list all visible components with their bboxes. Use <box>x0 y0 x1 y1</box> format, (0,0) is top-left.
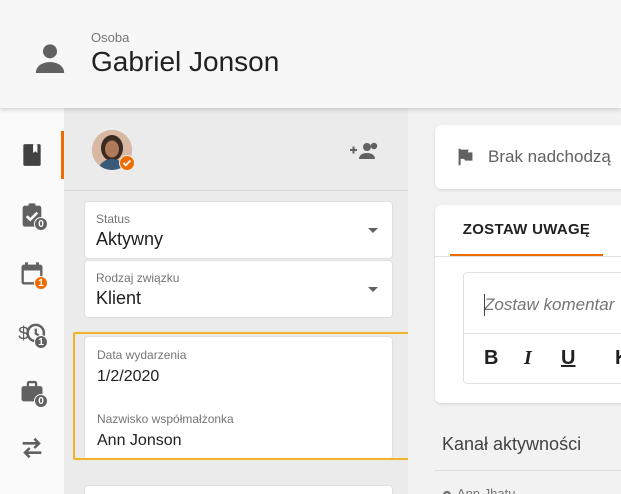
person-icon <box>35 44 65 73</box>
relationship-label: Rodzaj związku <box>96 271 180 285</box>
dropdown-arrow-icon <box>368 287 378 292</box>
add-person-icon <box>350 142 378 159</box>
payments-count-badge: 1 <box>34 335 48 349</box>
status-label: Status <box>96 212 131 226</box>
calendar-count-badge: 1 <box>34 276 48 290</box>
highlight-frame <box>73 332 426 460</box>
verified-check-icon <box>119 155 135 171</box>
add-person-button[interactable] <box>350 140 380 167</box>
upcoming-activity-card[interactable]: Brak nadchodzą <box>435 125 621 189</box>
cases-count-badge: 0 <box>34 394 48 408</box>
next-field-box[interactable] <box>84 485 393 494</box>
tab-divider <box>435 256 621 257</box>
sidebar-item-cases[interactable]: 0 <box>12 372 52 412</box>
transfer-arrows-icon <box>22 437 42 459</box>
comment-placeholder: Zostaw komentar <box>484 295 615 314</box>
flag-icon <box>458 148 473 166</box>
upcoming-activity-text: Brak nadchodzą <box>488 147 611 166</box>
tab-leave-note[interactable]: ZOSTAW UWAGĘ <box>450 205 603 256</box>
gear-icon <box>442 490 452 494</box>
sidebar-item-transfers[interactable] <box>12 428 52 468</box>
italic-button[interactable]: I <box>524 347 532 370</box>
activity-feed-title: Kanał aktywności <box>442 434 582 454</box>
record-type-label: Osoba <box>91 30 130 45</box>
status-select[interactable]: Status Aktywny <box>84 201 393 259</box>
status-value: Aktywny <box>96 229 164 249</box>
record-name: Gabriel Jonson <box>91 46 280 77</box>
contact-book-icon <box>23 144 41 166</box>
sidebar-item-tasks[interactable]: 0 <box>12 195 52 235</box>
activity-item[interactable]: Ann Jhatu ... <box>440 486 530 494</box>
text-caret <box>484 294 485 316</box>
relationship-select[interactable]: Rodzaj związku Klient <box>84 260 393 318</box>
more-format-button[interactable]: K <box>615 347 621 370</box>
sidebar-item-calendar[interactable]: 1 <box>12 254 52 294</box>
sidebar-item-payments[interactable]: $ 1 <box>12 313 52 353</box>
page-header: Osoba Gabriel Jonson <box>0 0 621 108</box>
activity-item-text: Ann Jhatu ... <box>456 486 530 494</box>
sidebar-item-contact[interactable] <box>12 131 64 179</box>
tasks-count-badge: 0 <box>34 217 48 231</box>
dropdown-arrow-icon <box>368 228 378 233</box>
note-card: ZOSTAW UWAGĘ Zostaw komentar <box>435 205 621 403</box>
relationship-value: Klient <box>96 288 142 308</box>
toolbar-divider <box>464 333 621 334</box>
bold-button[interactable]: B <box>484 347 498 370</box>
activity-divider <box>435 470 621 471</box>
profile-divider <box>64 190 408 191</box>
sidebar: 0 1 $ 1 0 <box>0 108 64 494</box>
underline-button[interactable]: U <box>561 347 575 370</box>
